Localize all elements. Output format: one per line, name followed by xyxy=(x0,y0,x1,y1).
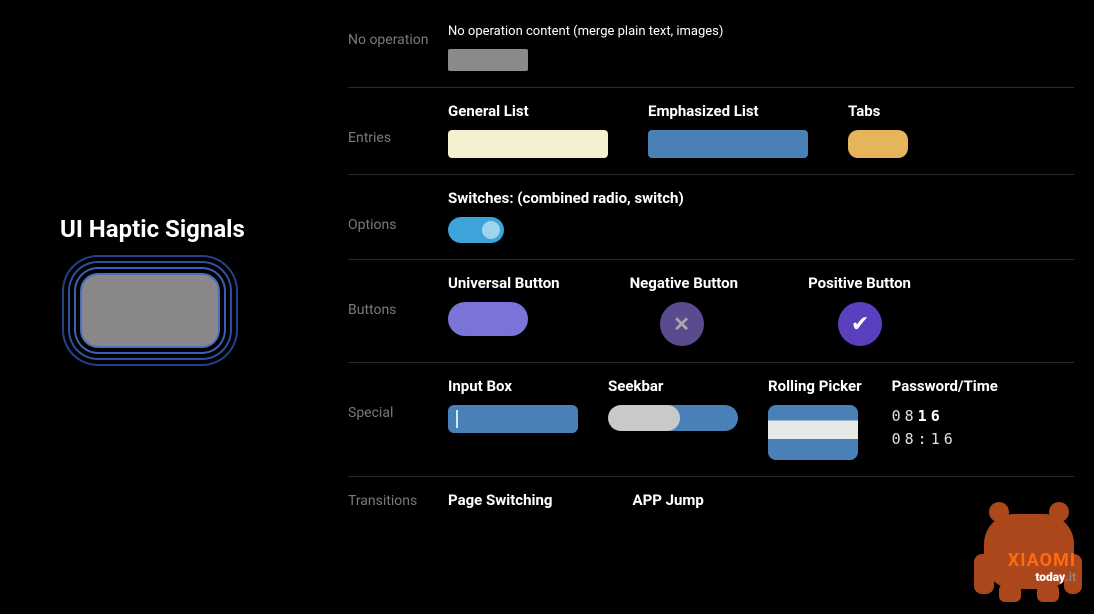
positive-button[interactable]: ✔ xyxy=(838,302,882,346)
entry-tabs-label: Tabs xyxy=(848,102,908,120)
trans-page[interactable]: Page Switching xyxy=(448,491,552,509)
special-input: Input Box xyxy=(448,377,578,460)
noop-item: No operation content (merge plain text, … xyxy=(448,24,723,71)
btn-positive: Positive Button ✔ xyxy=(808,274,911,346)
entry-tabs-swatch xyxy=(848,130,908,158)
watermark-logo xyxy=(964,494,1084,604)
entry-emphasized[interactable]: Emphasized List xyxy=(648,102,808,158)
row-label-transitions: Transitions xyxy=(348,491,448,509)
pwtime-display: 0816 08:16 xyxy=(892,405,998,450)
option-switches: Switches: (combined radio, switch) xyxy=(448,189,684,243)
haptic-preview-rect xyxy=(80,273,220,348)
special-seekbar: Seekbar xyxy=(608,377,738,460)
input-caret xyxy=(456,410,458,428)
left-panel: UI Haptic Signals xyxy=(60,215,320,348)
special-input-label: Input Box xyxy=(448,377,578,395)
btn-positive-label: Positive Button xyxy=(808,274,911,292)
noop-caption: No operation content (merge plain text, … xyxy=(448,24,723,39)
entry-tabs[interactable]: Tabs xyxy=(848,102,908,158)
time-value: 08:16 xyxy=(892,428,998,451)
row-entries: Entries General List Emphasized List Tab… xyxy=(348,88,1074,175)
btn-negative: Negative Button ✕ xyxy=(630,274,738,346)
row-options: Options Switches: (combined radio, switc… xyxy=(348,175,1074,260)
special-pwtime-label: Password/Time xyxy=(892,377,998,395)
watermark-brand: XIAOMI xyxy=(1008,551,1076,571)
btn-universal-label: Universal Button xyxy=(448,274,560,292)
page-title: UI Haptic Signals xyxy=(60,215,320,243)
special-seekbar-label: Seekbar xyxy=(608,377,738,395)
check-icon: ✔ xyxy=(851,312,869,337)
row-label-buttons: Buttons xyxy=(348,274,448,318)
input-box[interactable] xyxy=(448,405,578,433)
entry-emphasized-label: Emphasized List xyxy=(648,102,808,120)
row-special: Special Input Box Seekbar Rolling Picker… xyxy=(348,363,1074,477)
row-label-options: Options xyxy=(348,189,448,233)
watermark-text: XIAOMI today.it xyxy=(1008,551,1076,584)
noop-swatch xyxy=(448,49,528,71)
seekbar[interactable] xyxy=(608,405,738,431)
btn-universal: Universal Button xyxy=(448,274,560,346)
row-no-operation: No operation No operation content (merge… xyxy=(348,10,1074,88)
special-pwtime: Password/Time 0816 08:16 xyxy=(892,377,998,460)
entry-general-label: General List xyxy=(448,102,608,120)
row-buttons: Buttons Universal Button Negative Button… xyxy=(348,260,1074,363)
rolling-picker[interactable] xyxy=(768,405,858,460)
btn-negative-label: Negative Button xyxy=(630,274,738,292)
negative-button[interactable]: ✕ xyxy=(660,302,704,346)
row-label-noop: No operation xyxy=(348,24,448,48)
trans-app-label: APP Jump xyxy=(632,491,703,509)
trans-app[interactable]: APP Jump xyxy=(632,491,703,509)
entry-general-swatch xyxy=(448,130,608,158)
option-switches-label: Switches: (combined radio, switch) xyxy=(448,189,684,207)
close-icon: ✕ xyxy=(673,312,690,336)
universal-button[interactable] xyxy=(448,302,528,336)
entry-general[interactable]: General List xyxy=(448,102,608,158)
trans-page-label: Page Switching xyxy=(448,491,552,509)
row-label-special: Special xyxy=(348,377,448,421)
row-label-entries: Entries xyxy=(348,102,448,146)
watermark-site: today.it xyxy=(1008,571,1076,584)
special-picker: Rolling Picker xyxy=(768,377,862,460)
entry-emphasized-swatch xyxy=(648,130,808,158)
pw-value: 0816 xyxy=(892,405,998,428)
switch-toggle[interactable] xyxy=(448,217,504,243)
special-picker-label: Rolling Picker xyxy=(768,377,862,395)
